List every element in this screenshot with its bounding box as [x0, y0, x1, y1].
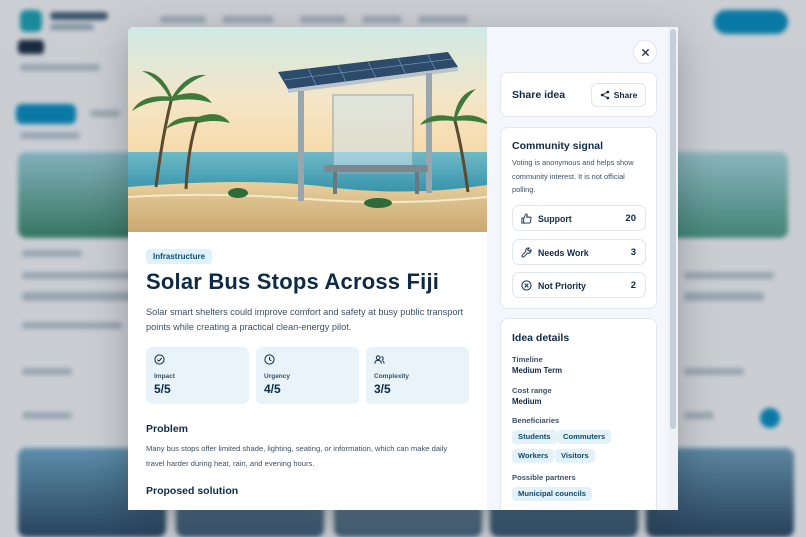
vote-count: 3 [630, 247, 636, 258]
vote-label: Needs Work [538, 248, 589, 258]
share-title: Share idea [512, 89, 566, 101]
clock-icon [264, 354, 275, 365]
vote-label: Support [538, 214, 572, 224]
metric-complexity: Complexity 3/5 [366, 347, 469, 404]
metric-impact: Impact 5/5 [146, 347, 249, 404]
beneficiaries-label: Beneficiaries [512, 416, 560, 425]
share-icon [600, 90, 609, 100]
share-panel: Share idea Share [500, 72, 657, 117]
modal-scrollbar-thumb[interactable] [670, 29, 676, 429]
vote-not-priority-button[interactable]: Not Priority 2 [512, 272, 646, 298]
vote-count: 20 [625, 213, 636, 224]
share-button-label: Share [613, 90, 638, 100]
idea-summary: Solar smart shelters could improve comfo… [146, 307, 464, 332]
problem-text: Many bus stops offer limited shade, ligh… [146, 444, 448, 468]
metric-value: 3/5 [374, 382, 391, 396]
people-icon [374, 355, 385, 364]
idea-details-panel: Idea details Timeline Medium Term Cost r… [500, 318, 657, 510]
idea-title: Solar Bus Stops Across Fiji [146, 269, 440, 294]
not-priority-icon [521, 280, 532, 291]
metrics-row: Impact 5/5 Urgency 4/5 Complexity 3/5 [146, 347, 470, 404]
idea-main-column: Infrastructure Solar Bus Stops Across Fi… [128, 27, 487, 510]
metric-value: 4/5 [264, 382, 281, 396]
voting-note: Voting is anonymous and helps show commu… [512, 158, 634, 194]
vote-count: 2 [630, 280, 636, 291]
cost-range-label: Cost range [512, 386, 552, 395]
check-circle-icon [154, 354, 165, 365]
cost-range-value: Medium [512, 397, 542, 406]
metric-value: 5/5 [154, 382, 171, 396]
timeline-label: Timeline [512, 355, 543, 364]
metric-label: Impact [154, 373, 175, 380]
beneficiary-tag: Visitors [555, 449, 595, 463]
close-icon [641, 48, 649, 56]
metric-label: Complexity [374, 373, 410, 380]
hero-image [128, 27, 487, 232]
idea-detail-modal: Infrastructure Solar Bus Stops Across Fi… [128, 27, 678, 510]
solution-heading: Proposed solution [146, 485, 239, 497]
partners-label: Possible partners [512, 473, 576, 482]
share-button[interactable]: Share [591, 83, 646, 107]
community-signal-panel: Community signal Voting is anonymous and… [500, 127, 657, 309]
problem-heading: Problem [146, 423, 189, 435]
beneficiary-tag: Students [512, 430, 557, 444]
close-button[interactable] [633, 40, 657, 64]
partner-tag: Municipal councils [512, 487, 592, 501]
idea-details-title: Idea details [512, 332, 570, 344]
vote-label: Not Priority [538, 281, 586, 291]
vote-needs-work-button[interactable]: Needs Work 3 [512, 239, 646, 265]
metric-label: Urgency [264, 373, 291, 380]
beneficiary-tag: Workers [512, 449, 555, 463]
idea-sidebar: Share idea Share Community signal Voting… [487, 27, 678, 510]
category-badge: Infrastructure [146, 249, 213, 264]
community-signal-title: Community signal [512, 140, 604, 152]
timeline-value: Medium Term [512, 366, 563, 375]
thumbs-up-icon [521, 213, 532, 224]
vote-support-button[interactable]: Support 20 [512, 205, 646, 231]
wrench-icon [521, 247, 532, 258]
beneficiary-tag: Commuters [557, 430, 612, 444]
metric-urgency: Urgency 4/5 [256, 347, 359, 404]
